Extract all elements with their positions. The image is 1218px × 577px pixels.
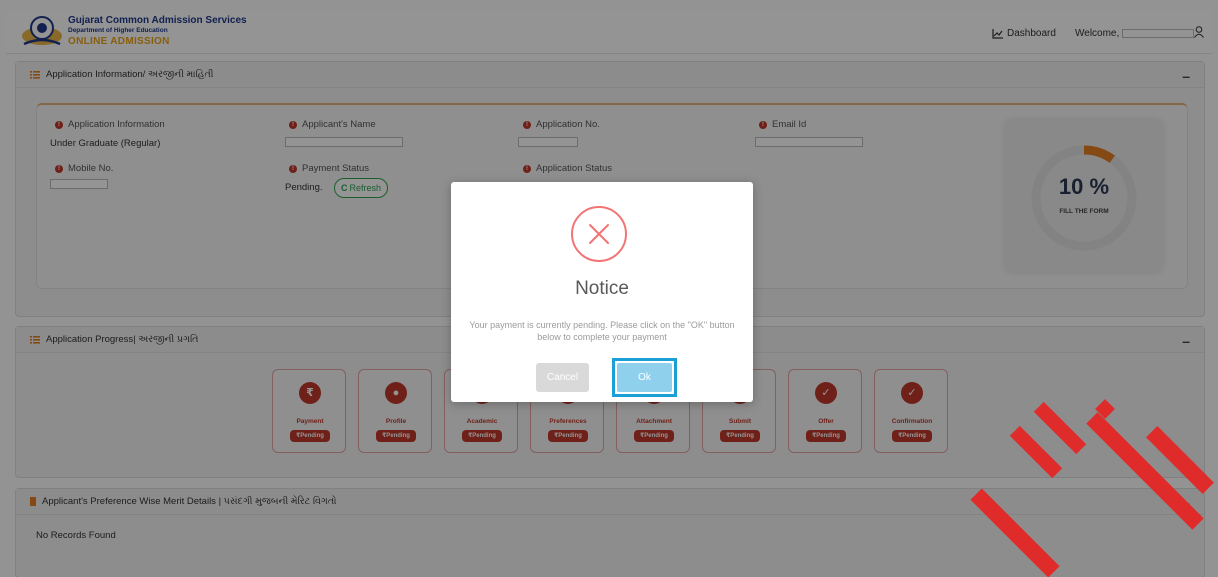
page: Gujarat Common Admission Services Depart…	[0, 0, 1218, 577]
notice-modal: Notice Your payment is currently pending…	[451, 182, 753, 402]
modal-message: Your payment is currently pending. Pleas…	[469, 320, 735, 342]
cancel-button[interactable]: Cancel	[536, 363, 589, 392]
ok-button[interactable]: Ok	[617, 363, 672, 392]
error-x-icon	[571, 206, 627, 262]
modal-title: Notice	[575, 278, 629, 299]
